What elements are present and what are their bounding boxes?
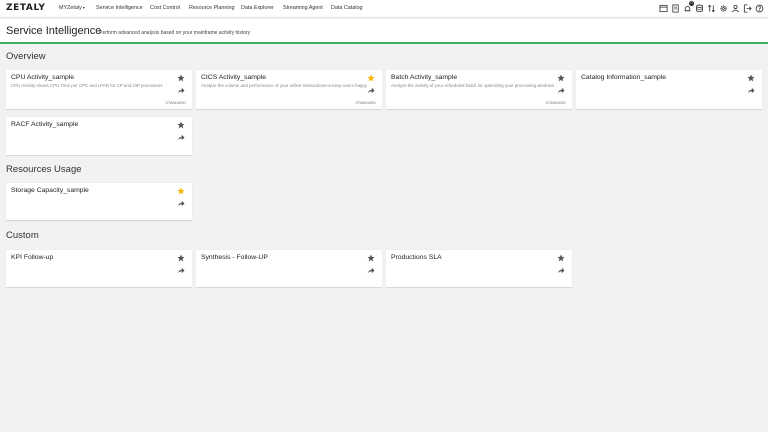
card-title: CPU Activity_sample [11, 74, 75, 81]
share-icon[interactable] [367, 87, 375, 94]
nav-item-label: MYZetaly [59, 5, 82, 11]
share-icon[interactable] [177, 267, 185, 274]
bell-icon[interactable]: 0 [683, 1, 694, 13]
card-title: Synthesis - Follow-UP [201, 254, 268, 261]
sort-icon[interactable] [707, 3, 716, 13]
star-icon[interactable] [747, 74, 755, 82]
page-title: Service Intelligence [6, 25, 102, 37]
section-title-resources-usage: Resources Usage [6, 164, 82, 175]
card-tag: STANDARD [165, 101, 186, 105]
card-description: Analyze the volume and performance of yo… [201, 83, 367, 88]
share-icon[interactable] [177, 200, 185, 207]
section-title-custom: Custom [6, 230, 39, 241]
dashboard-card-productions-sla[interactable]: Productions SLA [386, 250, 572, 288]
card-title: Batch Activity_sample [391, 74, 458, 81]
nav-item-myzetaly[interactable]: MYZetaly▾ [59, 5, 85, 11]
gear-icon[interactable] [719, 3, 728, 13]
nav-item-cost-control[interactable]: Cost Control [150, 5, 180, 11]
database-icon[interactable] [695, 3, 704, 13]
star-icon[interactable] [557, 254, 565, 262]
nav-item-resource-planning[interactable]: Resource Planning [189, 5, 235, 11]
card-title: CICS Activity_sample [201, 74, 266, 81]
user-icon[interactable] [731, 3, 740, 13]
card-title: Storage Capacity_sample [11, 187, 89, 194]
chevron-down-icon: ▾ [82, 5, 85, 10]
dashboard-card-batch-activity[interactable]: Batch Activity_sample Analyze the activi… [386, 70, 572, 110]
window-icon[interactable] [659, 3, 668, 13]
dashboard-card-racf-activity[interactable]: RACF Activity_sample [6, 117, 192, 156]
nav-item-data-catalog[interactable]: Data Catalog [331, 5, 362, 11]
share-icon[interactable] [367, 267, 375, 274]
share-icon[interactable] [557, 87, 565, 94]
dashboard-card-cics-activity[interactable]: CICS Activity_sample Analyze the volume … [196, 70, 382, 110]
page-header: Service Intelligence Perform advanced an… [0, 19, 768, 44]
nav-item-streaming-agent[interactable]: Streaming Agent [283, 5, 323, 11]
share-icon[interactable] [177, 134, 185, 141]
dashboard-card-catalog-information[interactable]: Catalog Information_sample [576, 70, 762, 110]
star-icon[interactable] [177, 254, 185, 262]
card-title: KPI Follow-up [11, 254, 54, 261]
star-icon[interactable] [557, 74, 565, 82]
share-icon[interactable] [557, 267, 565, 274]
card-tag: STANDARD [545, 101, 566, 105]
star-icon[interactable] [367, 254, 375, 262]
star-icon[interactable] [367, 74, 375, 82]
star-icon[interactable] [177, 74, 185, 82]
help-icon[interactable] [755, 3, 764, 13]
share-icon[interactable] [747, 87, 755, 94]
card-description: Analyze the activity of your scheduled b… [391, 83, 555, 88]
top-navigation-bar: ZETALY MYZetaly▾ Service Intelligence Co… [0, 0, 768, 18]
notification-badge: 0 [689, 1, 694, 6]
zetaly-logo[interactable]: ZETALY [6, 3, 46, 13]
card-title: Catalog Information_sample [581, 74, 667, 81]
dashboard-card-kpi-follow-up[interactable]: KPI Follow-up [6, 250, 192, 288]
card-description: CPU Activity shows CPU Time per CPC and … [11, 83, 163, 88]
card-tag: STANDARD [355, 101, 376, 105]
card-title: Productions SLA [391, 254, 442, 261]
nav-item-service-intelligence[interactable]: Service Intelligence [96, 5, 143, 11]
logout-icon[interactable] [743, 3, 752, 13]
dashboard-card-cpu-activity[interactable]: CPU Activity_sample CPU Activity shows C… [6, 70, 192, 110]
page-subtitle: Perform advanced analysis based on your … [99, 30, 251, 36]
nav-item-data-explorer[interactable]: Data Explorer [241, 5, 274, 11]
document-icon[interactable] [671, 3, 680, 13]
section-title-overview: Overview [6, 51, 46, 62]
dashboard-card-storage-capacity[interactable]: Storage Capacity_sample [6, 183, 192, 221]
card-title: RACF Activity_sample [11, 121, 79, 128]
star-icon[interactable] [177, 121, 185, 129]
dashboard-card-synthesis-follow-up[interactable]: Synthesis - Follow-UP [196, 250, 382, 288]
star-icon[interactable] [177, 187, 185, 195]
share-icon[interactable] [177, 87, 185, 94]
